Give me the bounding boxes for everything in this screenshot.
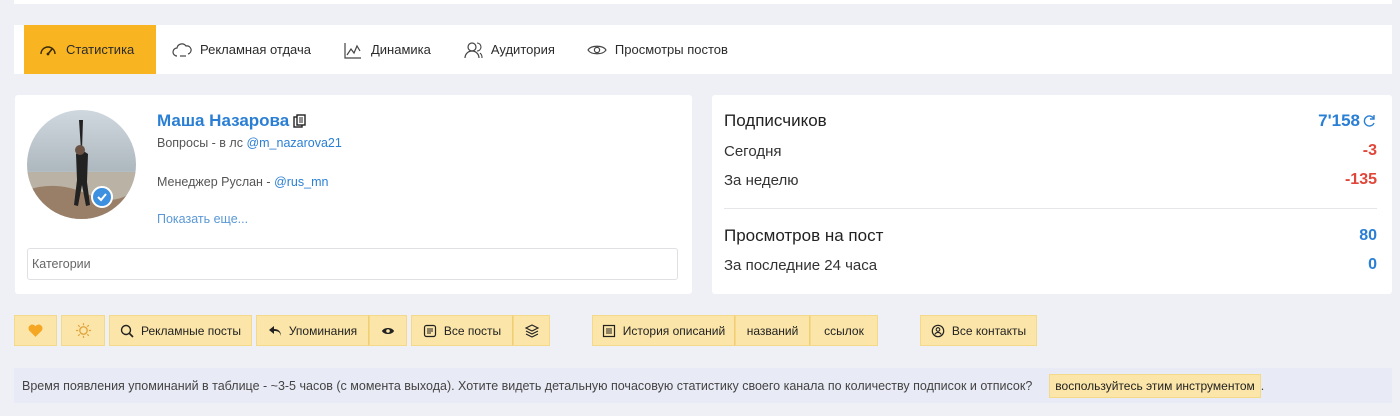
all-contacts-label: Все контакты: [951, 323, 1027, 338]
today-value: -3: [1362, 142, 1377, 159]
description-text: Менеджер Руслан -: [157, 175, 275, 189]
refresh-icon[interactable]: [1363, 114, 1377, 128]
description-line-2: Менеджер Руслан - @rus_mn: [157, 175, 328, 189]
tab-label: Аудитория: [490, 42, 555, 57]
mention-link[interactable]: @m_nazarova21: [246, 136, 341, 150]
copy-icon[interactable]: [293, 114, 307, 128]
week-row: За неделю -135: [724, 171, 1377, 189]
heart-icon: [28, 324, 43, 337]
chart-icon: [344, 42, 361, 59]
reply-icon: [268, 325, 281, 336]
gauge-icon: [40, 45, 56, 55]
week-value: -135: [1344, 171, 1377, 188]
tab-label: Рекламная отдача: [200, 42, 311, 57]
links-label: ссылок: [824, 323, 864, 338]
eye-icon: [382, 327, 394, 334]
links-button[interactable]: ссылок: [810, 315, 878, 346]
all-posts-label: Все посты: [443, 323, 502, 338]
avatar-photo: [27, 120, 136, 219]
tab-audience[interactable]: Аудитория: [447, 25, 571, 74]
week-label: За неделю: [724, 171, 799, 189]
search-icon: [120, 324, 134, 338]
tab-bar: Статистика Рекламная отдача Динамика Ауд…: [14, 25, 1392, 74]
avatar[interactable]: [27, 110, 136, 219]
stats-card: Подписчиков 7'158 Сегодня -3 За неделю -…: [712, 95, 1392, 294]
mentions-label: Упоминания: [288, 323, 358, 338]
description-line-1: Вопросы - в лс @m_nazarova21: [157, 136, 342, 150]
tool-link-button[interactable]: воспользуйтесь этим инструментом: [1049, 373, 1261, 398]
tab-statistics[interactable]: Статистика: [24, 25, 156, 74]
sun-icon: [75, 323, 91, 338]
contacts-icon: [931, 324, 945, 337]
cloud-icon: [172, 42, 192, 57]
views24-row: За последние 24 часа 0: [724, 256, 1377, 274]
verified-badge-icon: [91, 186, 113, 208]
tab-label: Просмотры постов: [614, 42, 728, 57]
views-label: Просмотров на пост: [724, 226, 884, 245]
names-label: названий: [746, 323, 799, 338]
notice-tail: .: [1260, 378, 1265, 393]
ad-posts-button[interactable]: Рекламные посты: [109, 315, 252, 346]
ad-posts-label: Рекламные посты: [140, 323, 241, 338]
tab-ad-return[interactable]: Рекламная отдача: [156, 25, 327, 74]
desc-history-button[interactable]: История описаний: [592, 315, 735, 346]
views-row: Просмотров на пост 80: [724, 226, 1377, 246]
description-text: Вопросы - в лс: [157, 136, 247, 150]
sun-button[interactable]: [61, 315, 105, 346]
info-notice: Время появления упоминаний в таблице - ~…: [14, 368, 1392, 403]
views24-value: 0: [1368, 256, 1377, 273]
show-more-link[interactable]: Показать еще...: [157, 212, 248, 226]
all-posts-button[interactable]: Все посты: [411, 315, 513, 346]
tab-label: Статистика: [66, 42, 135, 57]
views24-label: За последние 24 часа: [724, 256, 878, 274]
top-strip: [14, 0, 1392, 4]
mentions-button[interactable]: Упоминания: [256, 315, 369, 346]
profile-card: Маша Назарова Вопросы - в лс @m_nazarova…: [15, 95, 692, 294]
subscribers-row: Подписчиков 7'158: [724, 111, 1377, 131]
today-row: Сегодня -3: [724, 142, 1377, 160]
posts-icon: [423, 324, 436, 337]
list-icon: [602, 324, 615, 337]
all-contacts-button[interactable]: Все контакты: [920, 315, 1037, 346]
layers-button[interactable]: [513, 315, 550, 346]
today-label: Сегодня: [724, 142, 782, 160]
mention-link[interactable]: @rus_mn: [274, 175, 328, 189]
subscribers-value: 7'158: [1318, 111, 1360, 130]
mentions-view-button[interactable]: [369, 315, 407, 346]
tab-label: Динамика: [370, 42, 431, 57]
tab-post-views[interactable]: Просмотры постов: [571, 25, 744, 74]
layers-icon: [524, 323, 539, 338]
notice-text: Время появления упоминаний в таблице - ~…: [22, 378, 1033, 393]
tab-dynamics[interactable]: Динамика: [327, 25, 447, 74]
favorite-button[interactable]: [14, 315, 57, 346]
eye-icon: [587, 45, 607, 54]
divider: [724, 208, 1377, 209]
subscribers-label: Подписчиков: [724, 111, 827, 130]
categories-field[interactable]: Категории: [27, 248, 678, 280]
desc-history-label: История описаний: [622, 323, 726, 338]
names-button[interactable]: названий: [735, 315, 810, 346]
views-value: 80: [1359, 227, 1377, 244]
channel-name[interactable]: Маша Назарова: [157, 111, 289, 131]
users-icon: [464, 41, 483, 58]
